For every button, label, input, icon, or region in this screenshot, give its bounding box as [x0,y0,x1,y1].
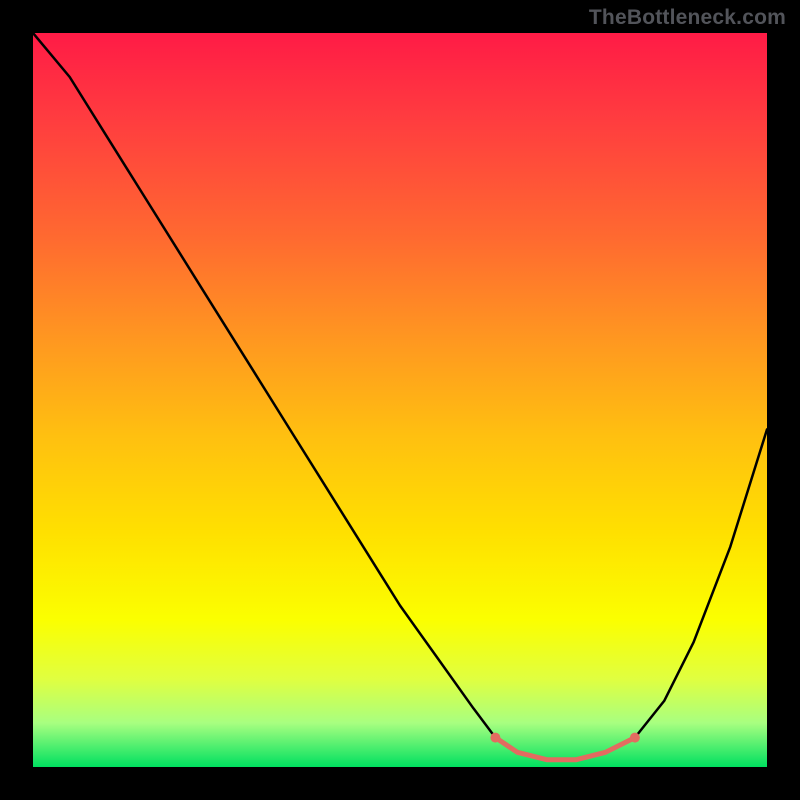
watermark-text: TheBottleneck.com [589,6,786,30]
chart-container: TheBottleneck.com [0,0,800,800]
plot-area [33,33,767,767]
